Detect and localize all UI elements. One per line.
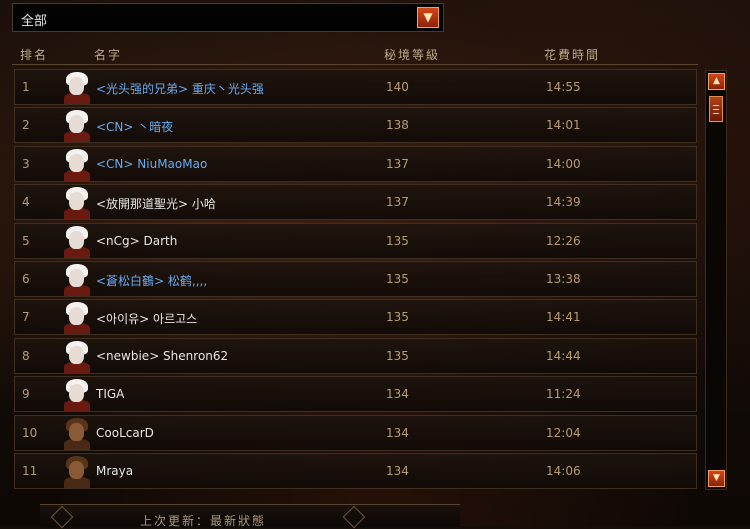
player-name[interactable]: <光头强的兄弟> 重庆丶光头强 xyxy=(96,80,264,97)
clear-time: 12:26 xyxy=(546,234,581,248)
player-portrait-icon xyxy=(62,301,92,334)
leaderboard-row[interactable]: 6 <蒼松白鶴> 松鹤,,,, 135 13:38 xyxy=(14,261,697,297)
leaderboard-row[interactable]: 9 TIGA 134 11:24 xyxy=(14,376,697,412)
player-portrait-icon xyxy=(62,186,92,219)
player-portrait-icon xyxy=(62,109,92,142)
column-header-time[interactable]: 花費時間 xyxy=(544,46,600,63)
player-portrait-icon xyxy=(62,148,92,181)
player-name[interactable]: <CN> NiuMaoMao xyxy=(96,157,207,171)
row-rank: 2 xyxy=(22,118,30,132)
rift-level: 138 xyxy=(386,118,409,132)
filter-dropdown[interactable]: 全部 ▼ xyxy=(12,3,444,32)
arrow-down-icon: ▼ xyxy=(713,473,720,483)
rift-level: 134 xyxy=(386,387,409,401)
ornament-icon xyxy=(342,505,366,529)
row-rank: 5 xyxy=(22,234,30,248)
column-header-level[interactable]: 秘境等級 xyxy=(384,46,440,63)
leaderboard-row[interactable]: 4 <放開那道聖光> 小哈 137 14:39 xyxy=(14,184,697,220)
row-rank: 7 xyxy=(22,310,30,324)
filter-selected-value: 全部 xyxy=(21,14,48,29)
rift-level: 140 xyxy=(386,80,409,94)
clear-time: 12:04 xyxy=(546,426,581,440)
leaderboard-row[interactable]: 1 <光头强的兄弟> 重庆丶光头强 140 14:55 xyxy=(14,69,697,105)
player-name[interactable]: TIGA xyxy=(96,387,124,401)
chevron-down-icon: ▼ xyxy=(423,10,433,24)
player-portrait-icon xyxy=(62,71,92,104)
row-rank: 1 xyxy=(22,80,30,94)
row-rank: 9 xyxy=(22,387,30,401)
player-portrait-icon xyxy=(62,378,92,411)
clear-time: 13:38 xyxy=(546,272,581,286)
clear-time: 14:41 xyxy=(546,310,581,324)
rift-level: 135 xyxy=(386,234,409,248)
column-header-rank[interactable]: 排名 xyxy=(20,46,48,63)
scroll-down-button[interactable]: ▼ xyxy=(708,470,725,487)
row-rank: 6 xyxy=(22,272,30,286)
leaderboard-header: 排名 名字 秘境等級 花費時間 xyxy=(12,44,698,64)
clear-time: 14:00 xyxy=(546,157,581,171)
rift-level: 135 xyxy=(386,349,409,363)
clear-time: 11:24 xyxy=(546,387,581,401)
leaderboard-row[interactable]: 8 <newbie> Shenron62 135 14:44 xyxy=(14,338,697,374)
clear-time: 14:06 xyxy=(546,464,581,478)
clear-time: 14:39 xyxy=(546,195,581,209)
clear-time: 14:01 xyxy=(546,118,581,132)
header-divider xyxy=(12,64,698,65)
ornament-icon xyxy=(50,505,74,529)
player-name[interactable]: <nCg> Darth xyxy=(96,234,177,248)
player-name[interactable]: CooLcarD xyxy=(96,426,154,440)
footer-bar: 上次更新：最新狀態 xyxy=(40,504,460,529)
scrollbar[interactable]: ▲ ▼ xyxy=(705,70,727,490)
leaderboard-row[interactable]: 3 <CN> NiuMaoMao 137 14:00 xyxy=(14,146,697,182)
last-update-status: 上次更新：最新狀態 xyxy=(140,514,267,528)
leaderboard-row[interactable]: 2 <CN> 丶暗夜 138 14:01 xyxy=(14,107,697,143)
row-rank: 4 xyxy=(22,195,30,209)
scroll-up-button[interactable]: ▲ xyxy=(708,73,725,90)
column-header-name[interactable]: 名字 xyxy=(94,46,122,63)
clear-time: 14:55 xyxy=(546,80,581,94)
row-rank: 10 xyxy=(22,426,38,440)
clear-time: 14:44 xyxy=(546,349,581,363)
scroll-thumb[interactable] xyxy=(709,96,723,122)
leaderboard-row[interactable]: 10 CooLcarD 134 12:04 xyxy=(14,415,697,451)
player-name[interactable]: Mraya xyxy=(96,464,133,478)
player-name[interactable]: <放開那道聖光> 小哈 xyxy=(96,195,216,212)
arrow-up-icon: ▲ xyxy=(713,76,720,86)
rift-level: 135 xyxy=(386,272,409,286)
dropdown-toggle-button[interactable]: ▼ xyxy=(417,7,439,28)
player-name[interactable]: <蒼松白鶴> 松鹤,,,, xyxy=(96,272,207,289)
rift-level: 134 xyxy=(386,464,409,478)
player-portrait-icon xyxy=(62,263,92,296)
row-rank: 3 xyxy=(22,157,30,171)
rift-level: 135 xyxy=(386,310,409,324)
player-portrait-icon xyxy=(62,455,92,488)
leaderboard-row[interactable]: 11 Mraya 134 14:06 xyxy=(14,453,697,489)
row-rank: 11 xyxy=(22,464,38,478)
rift-level: 137 xyxy=(386,157,409,171)
rift-level: 137 xyxy=(386,195,409,209)
row-rank: 8 xyxy=(22,349,30,363)
player-name[interactable]: <newbie> Shenron62 xyxy=(96,349,228,363)
player-name[interactable]: <CN> 丶暗夜 xyxy=(96,118,173,135)
player-portrait-icon xyxy=(62,417,92,450)
leaderboard-row[interactable]: 5 <nCg> Darth 135 12:26 xyxy=(14,223,697,259)
leaderboard-row[interactable]: 7 <아이유> 아르고스 135 14:41 xyxy=(14,299,697,335)
player-name[interactable]: <아이유> 아르고스 xyxy=(96,310,197,327)
player-portrait-icon xyxy=(62,225,92,258)
player-portrait-icon xyxy=(62,340,92,373)
rift-level: 134 xyxy=(386,426,409,440)
